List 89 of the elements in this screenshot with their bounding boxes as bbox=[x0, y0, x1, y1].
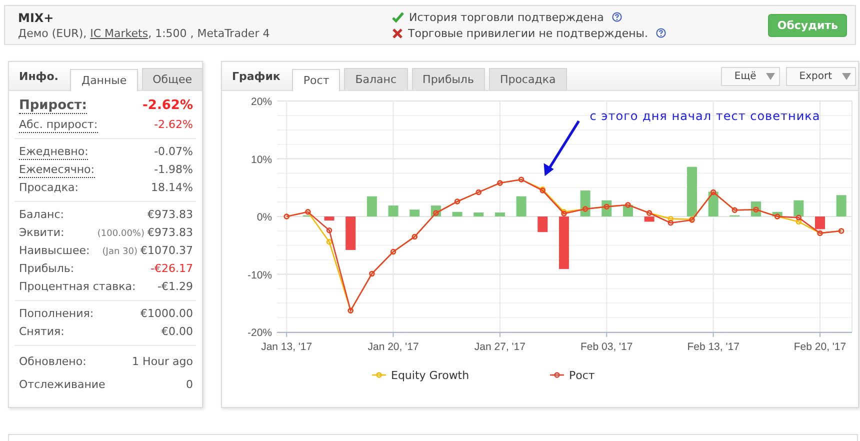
stat-value: 18.14% bbox=[151, 180, 193, 196]
y-tick-label: -10% bbox=[247, 269, 272, 282]
tab[interactable]: Рост bbox=[292, 69, 340, 91]
stat-label: Наивысшее: bbox=[19, 243, 90, 259]
bar bbox=[538, 216, 548, 232]
stat-label: Процентная ставка: bbox=[19, 279, 136, 295]
stat-value: -€26.17 bbox=[150, 261, 193, 277]
legend-label[interactable]: Рост bbox=[569, 369, 595, 382]
stat-value: -2.62% bbox=[142, 97, 193, 115]
broker-link[interactable]: IC Markets bbox=[90, 26, 148, 40]
tab[interactable]: Прибыль bbox=[412, 68, 485, 90]
stat-value: 0 bbox=[186, 377, 193, 393]
status-text: История торговли подтверждена bbox=[409, 10, 604, 24]
bar bbox=[814, 216, 825, 230]
stat-label: Прирост: bbox=[19, 99, 87, 114]
bar bbox=[836, 195, 846, 216]
stat-value: -2.62% bbox=[154, 117, 193, 133]
point bbox=[326, 228, 332, 234]
y-tick-label: 0% bbox=[256, 212, 272, 224]
x-tick-label: Jan 13, '17 bbox=[261, 341, 312, 353]
bar bbox=[516, 196, 526, 216]
bar bbox=[474, 212, 484, 216]
stat-label: Баланс: bbox=[19, 207, 64, 223]
x-tick-label: Feb 20, '17 bbox=[794, 341, 846, 353]
panel-label: График bbox=[231, 70, 282, 82]
stat-value: -€1.29 bbox=[158, 279, 193, 295]
annotation-text: с этого дня начал тест советника bbox=[590, 109, 820, 124]
stat-note: (100.00%) bbox=[97, 228, 144, 241]
stat-label: Абс. прирост: bbox=[19, 118, 98, 133]
bar bbox=[558, 216, 569, 270]
bar bbox=[686, 166, 697, 216]
x-tick-label: Jan 20, '17 bbox=[368, 341, 419, 353]
bar bbox=[794, 200, 804, 216]
account-title: MIX+ bbox=[18, 10, 55, 24]
y-tick-label: 20% bbox=[250, 96, 272, 108]
stat-label: Эквити: bbox=[19, 225, 64, 241]
bar bbox=[388, 206, 398, 216]
bar bbox=[410, 210, 420, 216]
stat-value: €1000.00 bbox=[140, 306, 193, 322]
bar bbox=[346, 216, 356, 250]
stat-value: €1070.37 bbox=[140, 243, 193, 259]
stat-label: Отслеживание bbox=[19, 377, 106, 393]
bar bbox=[366, 196, 377, 216]
dropdown-button[interactable]: Export bbox=[786, 66, 856, 86]
stat-value: €0.00 bbox=[162, 324, 193, 340]
y-tick-label: -20% bbox=[247, 327, 272, 339]
point bbox=[796, 214, 802, 221]
tab[interactable]: Просадка bbox=[488, 68, 567, 90]
dropdown-button[interactable]: Ещё bbox=[721, 66, 780, 86]
stat-value: €973.83 bbox=[148, 207, 193, 223]
bar bbox=[324, 216, 334, 221]
annotation-arrow bbox=[544, 120, 580, 176]
tab[interactable]: Баланс bbox=[344, 68, 408, 90]
bar bbox=[452, 212, 462, 216]
stat-value: 1 Hour ago bbox=[132, 354, 193, 370]
bar bbox=[580, 190, 590, 216]
status-text: Торговые привилегии не подтверждены. bbox=[408, 26, 648, 40]
bar bbox=[494, 212, 505, 216]
x-tick-label: Feb 13, '17 bbox=[687, 341, 740, 353]
stat-label: Просадка: bbox=[19, 180, 78, 196]
panel-label: Инфо. bbox=[18, 70, 60, 82]
stat-value: -1.98% bbox=[154, 162, 193, 178]
y-tick-label: 10% bbox=[250, 154, 272, 166]
x-tick-label: Jan 27, '17 bbox=[474, 341, 526, 353]
tab[interactable]: Общее bbox=[142, 68, 203, 90]
stat-label: Обновлено: bbox=[19, 354, 86, 370]
legend-marker bbox=[372, 372, 386, 378]
help-icon bbox=[656, 28, 666, 38]
help-icon bbox=[612, 12, 622, 22]
account-details: Демо (EUR), IC Markets, 1:500 , MetaTrader 4 bbox=[18, 26, 271, 40]
stat-label: Ежедневно: bbox=[19, 145, 88, 160]
legend-marker bbox=[550, 372, 564, 378]
stat-label: Прибыль: bbox=[19, 261, 74, 277]
legend-label[interactable]: Equity Growth bbox=[391, 369, 470, 382]
tab[interactable]: Данные bbox=[70, 69, 138, 91]
stat-value: €973.83 bbox=[148, 225, 193, 241]
point bbox=[668, 216, 674, 222]
stat-label: Снятия: bbox=[19, 324, 64, 340]
stat-value: -0.07% bbox=[154, 144, 193, 160]
point bbox=[796, 218, 802, 225]
caret-icon bbox=[842, 72, 851, 80]
stat-label: Ежемесячно: bbox=[19, 163, 94, 178]
bar bbox=[644, 216, 654, 222]
point bbox=[326, 239, 332, 245]
stat-label: Пополнения: bbox=[19, 306, 94, 322]
caret-icon bbox=[766, 72, 776, 80]
point bbox=[668, 220, 674, 226]
x-tick-label: Feb 03, '17 bbox=[580, 341, 633, 353]
stat-note: (Jan 30) bbox=[102, 246, 138, 259]
